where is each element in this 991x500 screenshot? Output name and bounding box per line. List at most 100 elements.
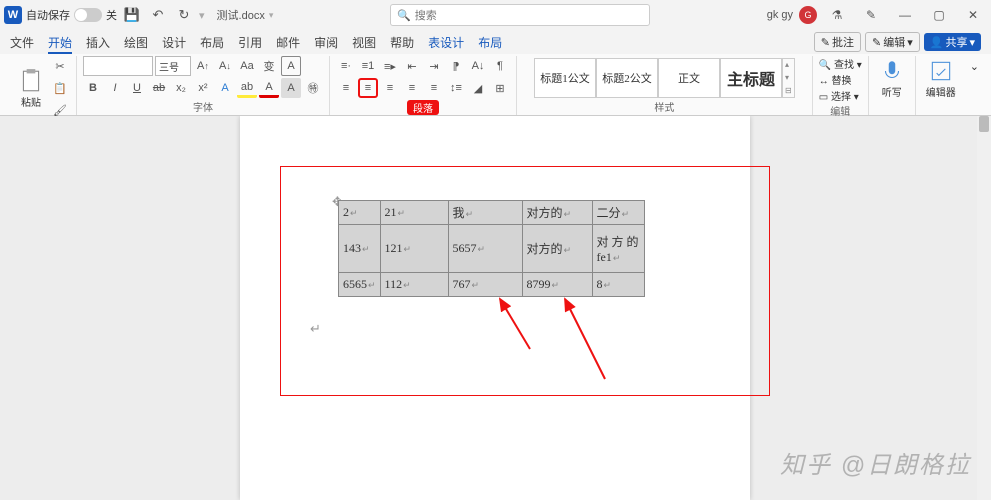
autosave-state: 关 (106, 7, 117, 23)
align-right-button[interactable]: ≡ (380, 78, 400, 98)
table-cell[interactable]: 对方的↵ (522, 201, 592, 225)
text-effects-icon[interactable]: A (215, 78, 235, 98)
vertical-scrollbar[interactable] (977, 116, 991, 500)
replace-button[interactable]: ↔ 替换 (819, 72, 862, 87)
tab-审阅[interactable]: 审阅 (314, 34, 338, 54)
superscript-button[interactable]: x² (193, 78, 213, 98)
char-border-icon[interactable]: A (281, 56, 301, 76)
enclose-char-icon[interactable]: ㊕ (303, 78, 323, 98)
minimize-button[interactable]: — (891, 1, 919, 29)
scroll-thumb[interactable] (979, 116, 989, 132)
redo-icon[interactable]: ↻ (173, 4, 195, 26)
comments-button[interactable]: ✎批注 (814, 32, 861, 52)
pen-icon[interactable]: ✎ (857, 1, 885, 29)
font-name-select[interactable] (83, 56, 153, 76)
editor-button[interactable]: 编辑器 (922, 56, 960, 101)
shading-icon[interactable]: ◢ (468, 78, 488, 98)
show-marks-icon[interactable]: ¶ (490, 56, 510, 76)
find-button[interactable]: 🔍 查找 ▾ (819, 56, 862, 71)
borders-icon[interactable]: ⊞ (490, 78, 510, 98)
table-cell[interactable]: 121↵ (380, 225, 448, 273)
change-case-icon[interactable]: Aa (237, 56, 257, 76)
decrease-indent-icon[interactable]: ⇤ (402, 56, 422, 76)
char-shading-icon[interactable]: A (281, 78, 301, 98)
style-标题1公文[interactable]: 标题1公文 (534, 58, 596, 98)
increase-indent-icon[interactable]: ⇥ (424, 56, 444, 76)
tab-文件[interactable]: 文件 (10, 34, 34, 54)
table-cell[interactable]: 对方的↵ (522, 225, 592, 273)
tab-插入[interactable]: 插入 (86, 34, 110, 54)
collapse-ribbon-icon[interactable]: ⌄ (970, 61, 979, 73)
tab-帮助[interactable]: 帮助 (390, 34, 414, 54)
paragraph-label: 段落 (407, 100, 439, 115)
cut-icon[interactable]: ✂ (50, 56, 70, 76)
table-cell[interactable]: 112↵ (380, 273, 448, 297)
table-cell[interactable]: 我↵ (448, 201, 522, 225)
editing-mode-button[interactable]: ✎编辑 ▾ (865, 32, 920, 52)
table-cell[interactable]: 8↵ (592, 273, 644, 297)
style-标题2公文[interactable]: 标题2公文 (596, 58, 658, 98)
editor-group: 编辑器 (916, 56, 966, 115)
align-center-button[interactable]: ≡ (358, 78, 378, 98)
styles-more-button[interactable]: ▴▾⊟ (782, 58, 795, 98)
table-cell[interactable]: 二分↵ (592, 201, 644, 225)
table-cell[interactable]: 21↵ (380, 201, 448, 225)
tab-引用[interactable]: 引用 (238, 34, 262, 54)
underline-button[interactable]: U (127, 78, 147, 98)
multilevel-list-icon[interactable]: ≡▸ (380, 56, 400, 76)
highlight-icon[interactable]: ab (237, 78, 257, 98)
align-left-button[interactable]: ≡ (336, 78, 356, 98)
table-cell[interactable]: 8799↵ (522, 273, 592, 297)
clipboard-group: 粘贴 ✂ 📋 🖌 剪贴板 (8, 56, 77, 115)
italic-button[interactable]: I (105, 78, 125, 98)
user-name[interactable]: gk gy (767, 9, 793, 21)
close-button[interactable]: ✕ (959, 1, 987, 29)
line-spacing-icon[interactable]: ↕≡ (446, 78, 466, 98)
tab-设计[interactable]: 设计 (162, 34, 186, 54)
table-cell[interactable]: 767↵ (448, 273, 522, 297)
bullets-icon[interactable]: ≡· (336, 56, 356, 76)
dictate-button[interactable]: 听写 (875, 56, 909, 101)
maximize-button[interactable]: ▢ (925, 1, 953, 29)
align-justify-button[interactable]: ≡ (402, 78, 422, 98)
grow-font-icon[interactable]: A↑ (193, 56, 213, 76)
undo-icon[interactable]: ↶ (147, 4, 169, 26)
word-table[interactable]: 2↵21↵我↵对方的↵二分↵ 143↵121↵5657↵对方的↵对 方 的 fe1… (338, 200, 645, 297)
tab-绘图[interactable]: 绘图 (124, 34, 148, 54)
search-input[interactable]: 🔍 搜索 (390, 4, 650, 26)
style-主标题[interactable]: 主标题 (720, 58, 782, 98)
user-avatar[interactable]: G (799, 6, 817, 24)
table-cell[interactable]: 143↵ (339, 225, 381, 273)
tab-表设计[interactable]: 表设计 (428, 34, 464, 54)
document-name[interactable]: 测试.docx (217, 7, 265, 23)
style-正文[interactable]: 正文 (658, 58, 720, 98)
ltr-icon[interactable]: ⁋ (446, 56, 466, 76)
tab-布局[interactable]: 布局 (478, 34, 502, 54)
paste-button[interactable]: 粘贴 (14, 66, 48, 111)
table-cell[interactable]: 对 方 的 fe1↵ (592, 225, 644, 273)
align-distribute-button[interactable]: ≡ (424, 78, 444, 98)
strikethrough-button[interactable]: ab (149, 78, 169, 98)
subscript-button[interactable]: x₂ (171, 78, 191, 98)
tab-视图[interactable]: 视图 (352, 34, 376, 54)
bold-button[interactable]: B (83, 78, 103, 98)
shrink-font-icon[interactable]: A↓ (215, 56, 235, 76)
tab-开始[interactable]: 开始 (48, 34, 72, 54)
copy-icon[interactable]: 📋 (50, 78, 70, 98)
save-icon[interactable]: 💾 (121, 4, 143, 26)
font-size-select[interactable]: 三号 (155, 56, 191, 76)
sort-icon[interactable]: A↓ (468, 56, 488, 76)
numbering-icon[interactable]: ≡1 (358, 56, 378, 76)
autosave-toggle[interactable] (74, 8, 102, 22)
table-cell[interactable]: 2↵ (339, 201, 381, 225)
table-cell[interactable]: 5657↵ (448, 225, 522, 273)
tab-邮件[interactable]: 邮件 (276, 34, 300, 54)
share-button[interactable]: 👤共享 ▾ (924, 33, 981, 51)
phonetic-guide-icon[interactable]: 变 (259, 56, 279, 76)
font-color-icon[interactable]: A (259, 78, 279, 98)
select-button[interactable]: ▭ 选择 ▾ (819, 88, 862, 103)
ribbon: 粘贴 ✂ 📋 🖌 剪贴板 三号 A↑ A↓ Aa 变 A B I (0, 54, 991, 116)
tab-布局[interactable]: 布局 (200, 34, 224, 54)
flask-icon[interactable]: ⚗ (823, 1, 851, 29)
table-cell[interactable]: 6565↵ (339, 273, 381, 297)
